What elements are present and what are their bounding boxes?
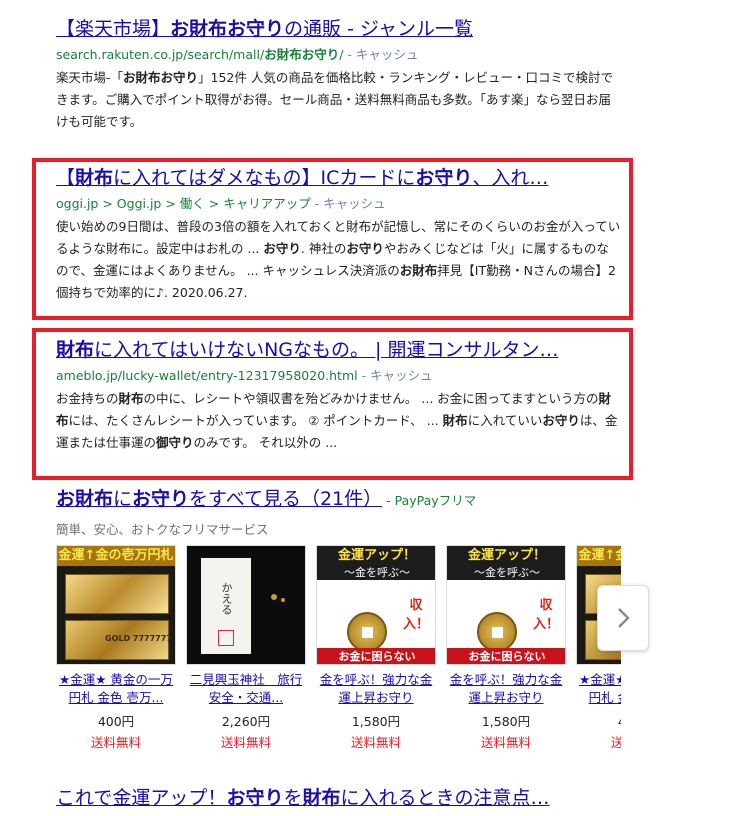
shopping-see-all-link[interactable]: お財布にお守りをすべて見る（21件） xyxy=(56,488,382,510)
product-footer-band: お金に困らない xyxy=(447,648,565,664)
product-name-link[interactable]: 二見興玉神社 旅行安全・交通... xyxy=(186,671,306,707)
result-title-link[interactable]: これで金運アップ！お守りを財布に入れるときの注意点… xyxy=(56,786,550,810)
result-title-link[interactable]: 【財布に入れてはダメなもの】ICカードにお守り、入れ… xyxy=(56,166,611,190)
product-price: 400円 xyxy=(97,714,135,729)
product-badge: 収入！ xyxy=(402,598,429,632)
product-carousel: 金運↑金の壱万円札 GOLD 7777777 ★金運★ 黄金の一万円札 金色 壱… xyxy=(56,545,621,755)
coin-hole xyxy=(492,627,503,638)
product-banner: 金運アップ！ xyxy=(447,546,565,566)
product-image-coin-charm[interactable]: 金運アップ！ ～金を呼ぶ～ 収入！ お金に困らない xyxy=(446,545,566,665)
product-banner: 金運↑金の壱万円札 xyxy=(57,546,175,566)
product-image-omamori[interactable]: かえる xyxy=(186,545,306,665)
product-badge: 収入！ xyxy=(532,598,559,632)
product-price: 400円 xyxy=(576,711,621,730)
omamori-envelope: かえる xyxy=(201,558,251,654)
omamori-text: かえる xyxy=(220,581,233,615)
cache-link[interactable]: - キャッシュ xyxy=(315,196,386,211)
product-card[interactable]: 金運↑金の壱万円札 GOLD 7777777 ★金運★ 黄金の一万円札 金色 壱… xyxy=(56,545,176,751)
product-name-link[interactable]: 金を呼ぶ！強力な金運上昇お守り xyxy=(446,671,566,707)
result-url: ameblo.jp/lucky-wallet/entry-12317958020… xyxy=(56,368,433,383)
product-card[interactable]: 金運アップ！ ～金を呼ぶ～ 収入！ お金に困らない 金を呼ぶ！強力な金運上昇お守… xyxy=(316,545,436,751)
shopping-subtitle: 簡単、安心、おトクなフリマサービス xyxy=(56,522,269,537)
carousel-next-button[interactable] xyxy=(597,585,649,651)
search-result-oggi: 【財布に入れてはダメなもの】ICカードにお守り、入れ… oggi.jp > Og… xyxy=(56,166,626,304)
product-subbanner: ～金を呼ぶ～ xyxy=(317,566,435,580)
result-snippet: 使い始めの9日間は、普段の3倍の額を入れておくと財布が記憶し、常にそのくらいのお… xyxy=(56,219,621,300)
cache-link[interactable]: - キャッシュ xyxy=(347,47,418,62)
result-snippet: お金持ちの財布の中に、レシートや領収書を殆どみかけません。 ... お金に困って… xyxy=(56,391,618,450)
result-title-link[interactable]: 財布に入れてはいけないNGなもの。 | 開運コンサルタン… xyxy=(56,338,611,362)
product-price: 1,580円 xyxy=(351,714,401,729)
product-name-link[interactable]: ★金運★ 黄金の一万円札 金色 壱万... xyxy=(576,671,621,707)
product-banner: 金運↑金の壱万円札 xyxy=(577,546,621,566)
result-url: oggi.jp > Oggi.jp > 働く > キャリアアップ - キャッシュ xyxy=(56,196,386,211)
chevron-right-icon xyxy=(618,608,630,628)
product-price: 2,260円 xyxy=(221,714,271,729)
gold-note-image xyxy=(65,574,169,614)
product-image-gold-note[interactable]: 金運↑金の壱万円札 GOLD 7777777 xyxy=(56,545,176,665)
product-card[interactable]: 金運アップ！ ～金を呼ぶ～ 収入！ お金に困らない 金を呼ぶ！強力な金運上昇お守… xyxy=(446,545,566,751)
note-label: GOLD 7777777 xyxy=(105,634,172,643)
result-title-link[interactable]: 【楽天市場】お財布お守りの通販 - ジャンル一覧 xyxy=(56,17,611,41)
charm-detail xyxy=(271,594,277,600)
product-shipping: 送料無料 xyxy=(350,735,401,750)
product-shipping: 送料無料 xyxy=(610,735,621,750)
product-shipping: 送料無料 xyxy=(220,735,271,750)
seal-stamp xyxy=(218,630,234,646)
search-result-ameblo: 財布に入れてはいけないNGなもの。 | 開運コンサルタン… ameblo.jp/… xyxy=(56,338,626,454)
product-subbanner: ～金を呼ぶ～ xyxy=(447,566,565,580)
product-shipping: 送料無料 xyxy=(480,735,531,750)
product-name-link[interactable]: 金を呼ぶ！強力な金運上昇お守り xyxy=(316,671,436,707)
product-shipping: 送料無料 xyxy=(90,735,141,750)
shopping-title: お財布にお守りをすべて見る（21件） - PayPayフリマ xyxy=(56,487,476,513)
search-result-rakuten: 【楽天市場】お財布お守りの通販 - ジャンル一覧 search.rakuten.… xyxy=(56,17,626,133)
coin-image xyxy=(347,612,387,652)
product-image-coin-charm[interactable]: 金運アップ！ ～金を呼ぶ～ 収入！ お金に困らない xyxy=(316,545,436,665)
product-name-link[interactable]: ★金運★ 黄金の一万円札 金色 壱万... xyxy=(56,671,176,707)
product-price: 1,580円 xyxy=(481,714,531,729)
product-card[interactable]: かえる 二見興玉神社 旅行安全・交通... 2,260円 送料無料 xyxy=(186,545,306,751)
coin-image xyxy=(477,612,517,652)
cache-link[interactable]: - キャッシュ xyxy=(362,368,433,383)
coin-hole xyxy=(362,627,373,638)
product-footer-band: お金に困らない xyxy=(317,648,435,664)
charm-detail xyxy=(281,598,285,602)
shopping-source: - PayPayフリマ xyxy=(386,493,477,508)
result-url: search.rakuten.co.jp/search/mall/お財布お守り/… xyxy=(56,47,419,62)
result-snippet: 楽天市場-「お財布お守り」152件 人気の商品を価格比較・ランキング・レビュー・… xyxy=(56,70,613,129)
product-banner: 金運アップ！ xyxy=(317,546,435,566)
